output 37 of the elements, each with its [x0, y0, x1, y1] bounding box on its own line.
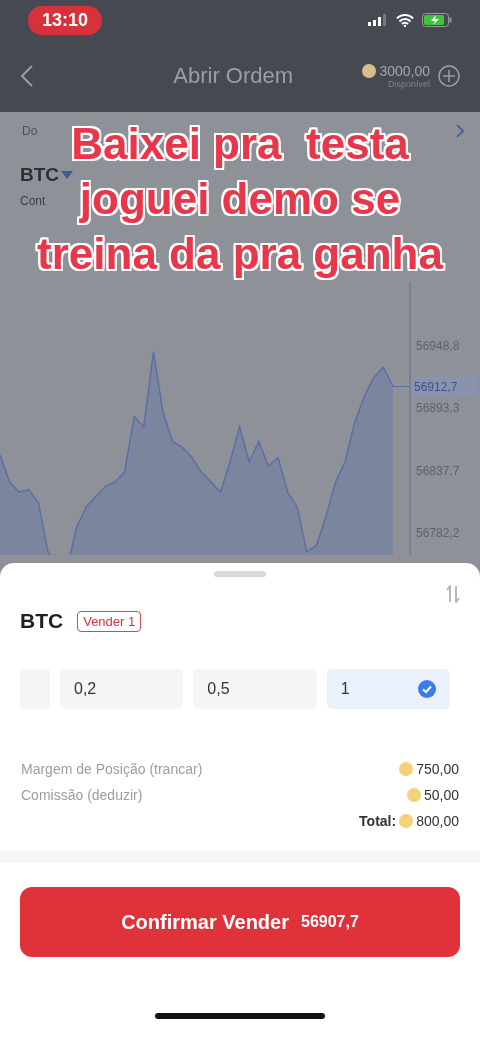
symbol-title: BTC: [20, 609, 64, 633]
status-time: 13:10: [28, 5, 103, 35]
chevron-right-icon[interactable]: [456, 124, 464, 138]
order-tag: Vender 1: [77, 610, 142, 632]
coin-icon: [399, 762, 414, 776]
coin-icon: [406, 788, 421, 802]
drag-handle[interactable]: [214, 571, 266, 577]
balance-amount: 3000,00: [379, 63, 430, 79]
caption-line: treina da pra ganha: [37, 228, 443, 280]
swap-icon[interactable]: [446, 585, 460, 603]
total-label: Total:: [359, 813, 397, 829]
check-icon: [418, 680, 436, 698]
symbol-title: BTC: [20, 164, 60, 186]
coin-icon: [399, 814, 414, 828]
signal-icon: [368, 14, 388, 26]
caption-line: joguei demo se: [79, 173, 401, 225]
quantity-option[interactable]: 1: [326, 669, 450, 709]
subtitle: Cont: [20, 194, 46, 208]
fee-value: 750,00: [416, 761, 459, 777]
dropdown-icon[interactable]: [61, 171, 74, 179]
wifi-icon: [396, 13, 414, 27]
coin-icon: [362, 64, 377, 78]
confirm-button[interactable]: Confirmar Vender 56907,7: [20, 887, 460, 957]
battery-icon: [422, 13, 452, 27]
fee-value: 50,00: [423, 787, 459, 803]
add-icon[interactable]: [438, 65, 460, 87]
fee-label: Comissão (deduzir): [21, 787, 143, 803]
fee-label: Margem de Posição (trancar): [21, 761, 203, 777]
quantity-option[interactable]: 0,2: [60, 669, 184, 709]
total-value: 800,00: [416, 813, 459, 829]
page-title: Abrir Ordem: [172, 63, 295, 89]
caption-line: Baixei pra testa: [71, 118, 409, 170]
row-label: Do: [22, 124, 38, 138]
back-icon[interactable]: [20, 65, 34, 87]
price-marker: [411, 376, 477, 397]
current-price: 56912,7: [414, 380, 458, 395]
quantity-option[interactable]: 0,5: [193, 669, 317, 709]
